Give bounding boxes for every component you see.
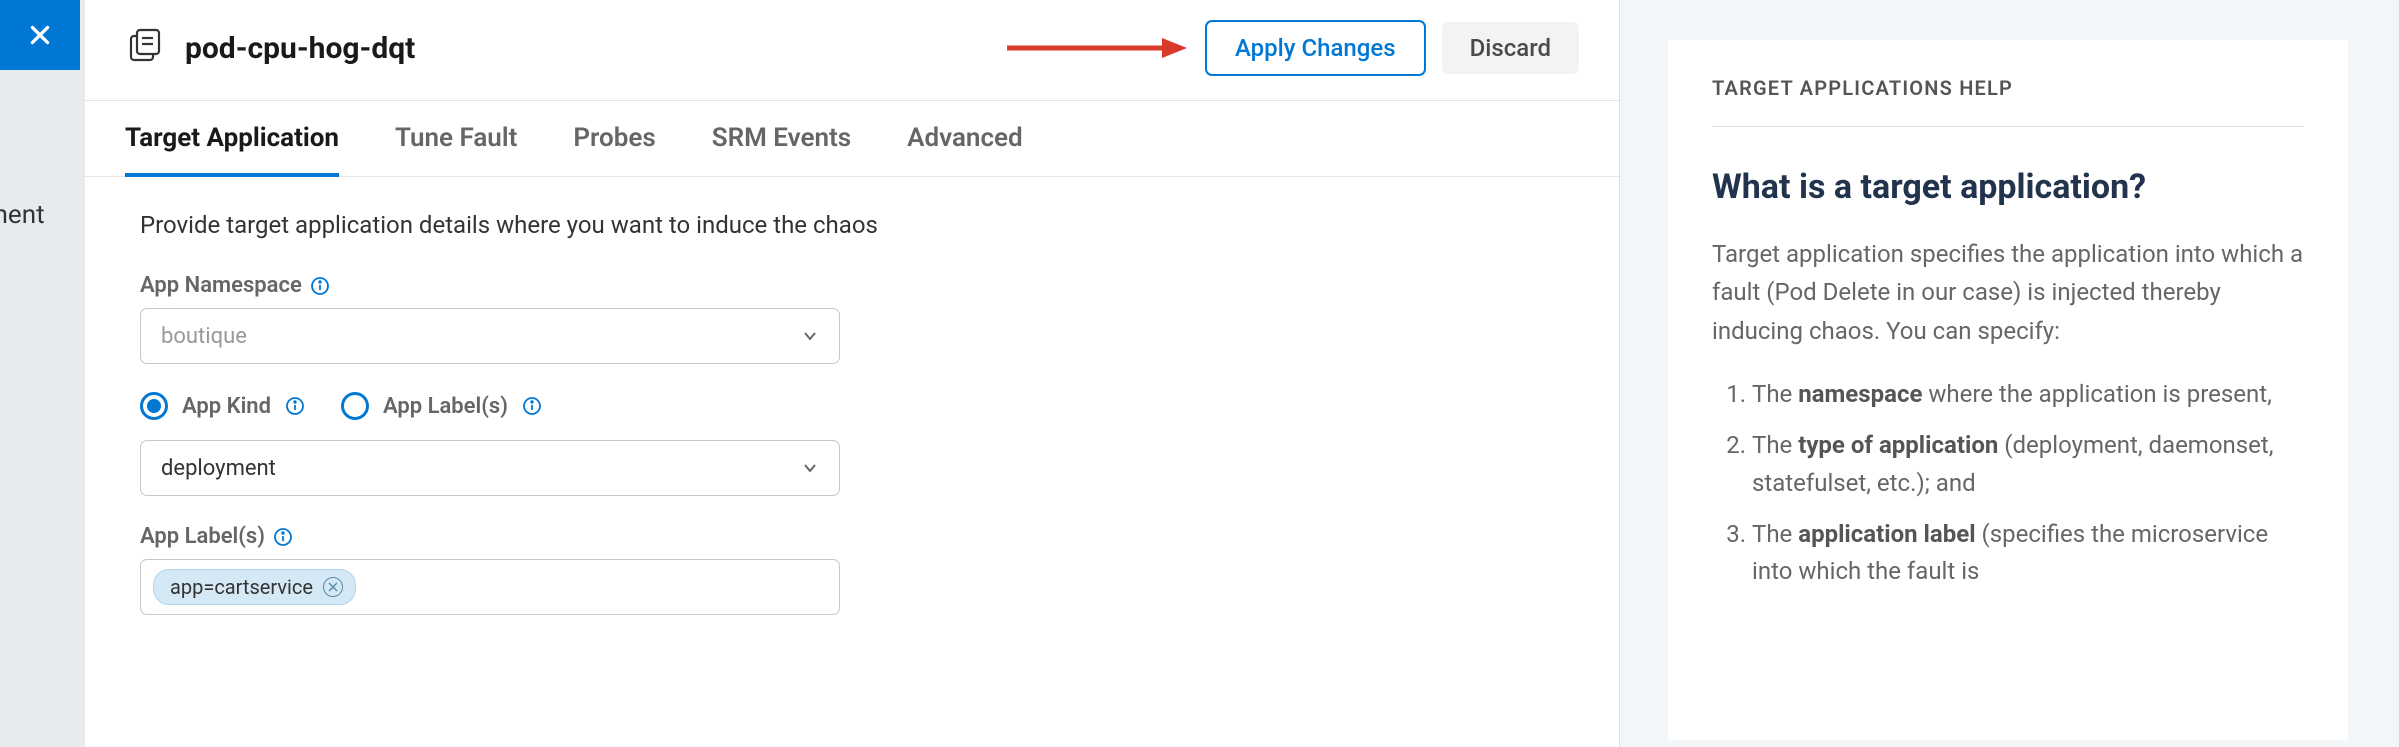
info-icon[interactable] xyxy=(522,396,542,416)
chevron-down-icon xyxy=(801,459,819,477)
tab-srm-events[interactable]: SRM Events xyxy=(712,101,851,177)
close-icon xyxy=(328,582,338,592)
tab-probes[interactable]: Probes xyxy=(573,101,655,177)
radio-circle xyxy=(140,392,168,420)
radio-circle xyxy=(341,392,369,420)
help-title: What is a target application? xyxy=(1712,167,2304,207)
help-list-item: The application label (specifies the mic… xyxy=(1752,516,2304,590)
app-namespace-label: App Namespace xyxy=(140,273,1564,298)
help-panel: TARGET APPLICATIONS HELP What is a targe… xyxy=(1668,40,2348,740)
form-description: Provide target application details where… xyxy=(140,211,1564,239)
app-kind-field-group: App Kind App Label(s) xyxy=(140,392,1564,496)
tab-target-application[interactable]: Target Application xyxy=(125,101,339,177)
app-labels-label: App Label(s) xyxy=(140,524,1564,549)
page-title: pod-cpu-hog-dqt xyxy=(185,31,1007,66)
help-header: TARGET APPLICATIONS HELP xyxy=(1712,76,2304,127)
help-body-text: Target application specifies the applica… xyxy=(1712,235,2304,350)
apply-changes-button[interactable]: Apply Changes xyxy=(1205,20,1426,76)
tabs: Target Application Tune Fault Probes SRM… xyxy=(85,101,1619,177)
info-icon[interactable] xyxy=(273,527,293,547)
radio-app-kind[interactable]: App Kind xyxy=(140,392,305,420)
info-icon[interactable] xyxy=(310,276,330,296)
info-icon[interactable] xyxy=(285,396,305,416)
header: pod-cpu-hog-dqt Apply Changes Discard xyxy=(85,0,1619,101)
discard-button[interactable]: Discard xyxy=(1442,22,1579,74)
tab-advanced[interactable]: Advanced xyxy=(907,101,1023,177)
tag-text: app=cartservice xyxy=(170,575,313,599)
radio-app-labels-label: App Label(s) xyxy=(383,394,508,419)
app-namespace-select[interactable]: boutique xyxy=(140,308,840,364)
help-list: The namespace where the application is p… xyxy=(1712,376,2304,590)
app-labels-input[interactable]: app=cartservice xyxy=(140,559,840,615)
chevron-down-icon xyxy=(801,327,819,345)
close-icon xyxy=(27,22,53,48)
help-list-item: The namespace where the application is p… xyxy=(1752,376,2304,413)
app-kind-value: deployment xyxy=(161,456,276,481)
arrow-annotation xyxy=(1007,33,1187,63)
tag: app=cartservice xyxy=(153,569,356,605)
app-namespace-value: boutique xyxy=(161,324,247,349)
radio-app-labels[interactable]: App Label(s) xyxy=(341,392,542,420)
tag-remove-button[interactable] xyxy=(323,577,343,597)
radio-row: App Kind App Label(s) xyxy=(140,392,1564,420)
experiment-icon xyxy=(125,28,165,68)
radio-app-kind-label: App Kind xyxy=(182,394,271,419)
backdrop-truncated-text: riment xyxy=(0,200,45,230)
app-namespace-field: App Namespace boutique xyxy=(140,273,1564,364)
app-labels-field: App Label(s) app=cartservice xyxy=(140,524,1564,615)
tab-tune-fault[interactable]: Tune Fault xyxy=(395,101,517,177)
help-list-item: The type of application (deployment, dae… xyxy=(1752,427,2304,501)
app-kind-select[interactable]: deployment xyxy=(140,440,840,496)
form-content: Provide target application details where… xyxy=(85,177,1619,677)
main-panel: pod-cpu-hog-dqt Apply Changes Discard Ta… xyxy=(85,0,1620,747)
close-button[interactable] xyxy=(0,0,80,70)
